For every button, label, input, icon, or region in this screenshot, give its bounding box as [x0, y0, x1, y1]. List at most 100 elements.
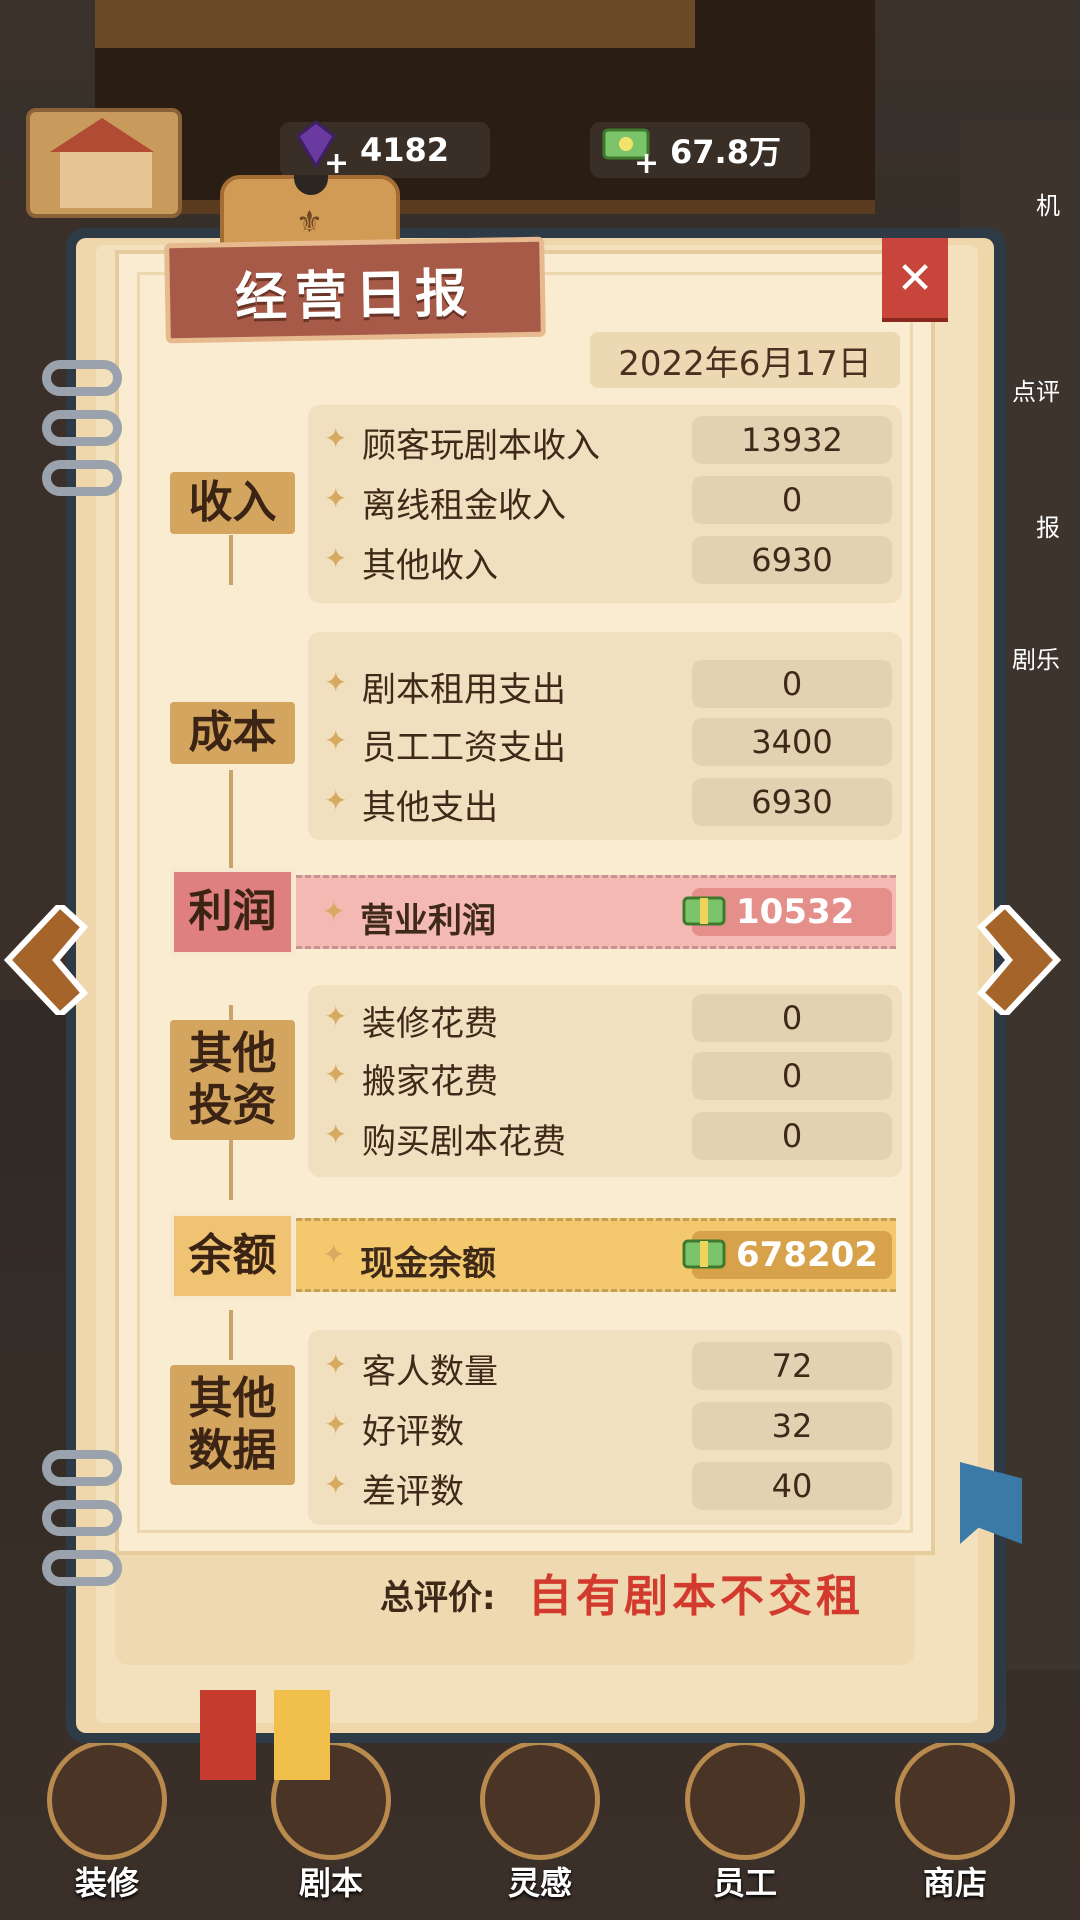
gem-count: 4182	[360, 131, 450, 169]
sparkle-icon: ✦	[322, 1238, 346, 1271]
row-label: 顾客玩剧本收入	[362, 426, 600, 466]
timeline-connector	[229, 535, 233, 585]
nav-scripts[interactable]: 剧本	[246, 1720, 416, 1920]
income-category: 收入	[170, 472, 295, 534]
profit-category: 利润	[170, 868, 295, 956]
sparkle-icon: ✦	[324, 1408, 348, 1441]
other-data-row: ✦ 好评数 32	[320, 1402, 900, 1452]
row-value: 40	[692, 1462, 892, 1510]
report-title: 经营日报	[164, 236, 546, 344]
red-bookmark	[200, 1690, 256, 1780]
summary-verdict: 自有剧本不交租	[528, 1571, 864, 1622]
row-label: 搬家花费	[362, 1062, 498, 1102]
investment-row: ✦ 装修花费 0	[320, 994, 900, 1044]
sparkle-icon: ✦	[322, 895, 346, 928]
balance-row: ✦ 现金余额 678202	[296, 1218, 904, 1298]
row-value: 0	[692, 1112, 892, 1160]
cost-row: ✦ 其他支出 6930	[320, 778, 900, 828]
nav-staff[interactable]: 员工	[660, 1720, 830, 1920]
side-label-phone: 机	[1036, 192, 1060, 220]
cash-counter[interactable]: + 67.8万	[590, 122, 810, 181]
house-body-icon	[60, 152, 152, 208]
close-button[interactable]: ✕	[882, 238, 948, 318]
sparkle-icon: ✦	[324, 482, 348, 515]
summary-label: 总评价:	[380, 1578, 496, 1618]
sparkle-icon: ✦	[324, 1058, 348, 1091]
fleur-icon: ⚜	[296, 205, 323, 240]
profit-value: 10532	[736, 892, 855, 932]
previous-page-arrow-icon[interactable]	[0, 905, 90, 1015]
balance-label: 现金余额	[360, 1244, 496, 1284]
timeline-connector	[229, 770, 233, 850]
cost-row: ✦ 员工工资支出 3400	[320, 718, 900, 768]
cash-count: 67.8万	[670, 133, 781, 171]
row-value: 6930	[692, 536, 892, 584]
nav-scripts-label: 剧本	[298, 1864, 363, 1902]
other-data-row: ✦ 客人数量 72	[320, 1342, 900, 1392]
row-label: 客人数量	[362, 1352, 498, 1392]
nav-decorate-label: 装修	[74, 1864, 139, 1902]
binder-rings-bottom	[42, 1450, 124, 1600]
sparkle-icon: ✦	[324, 1118, 348, 1151]
balance-category: 余额	[170, 1212, 295, 1300]
report-date: 2022年6月17日	[590, 332, 900, 388]
row-label: 其他支出	[362, 788, 498, 828]
row-label: 剧本租用支出	[362, 670, 566, 710]
side-label-review: 点评	[1012, 378, 1060, 406]
investment-category: 其他投资	[170, 1020, 295, 1140]
row-value: 0	[692, 660, 892, 708]
timeline-connector	[229, 1140, 233, 1200]
add-cash-icon[interactable]: +	[634, 146, 659, 181]
side-label-fun: 剧乐	[1012, 646, 1060, 674]
row-label: 员工工资支出	[362, 728, 566, 768]
row-value: 0	[692, 994, 892, 1042]
shelf-top-decor	[95, 0, 695, 48]
side-label-report: 报	[1036, 514, 1060, 542]
decorate-icon	[47, 1740, 167, 1860]
bottom-nav: 装修 剧本 灵感 员工 商店	[0, 1720, 1080, 1920]
profit-row: ✦ 营业利润 10532	[296, 875, 904, 955]
sparkle-icon: ✦	[324, 542, 348, 575]
row-value: 0	[692, 476, 892, 524]
cost-row: ✦ 剧本租用支出 0	[320, 660, 900, 710]
cash-stack-icon	[682, 1239, 726, 1269]
balance-value-box: 678202	[682, 1231, 892, 1279]
row-value: 3400	[692, 718, 892, 766]
shop-icon	[895, 1740, 1015, 1860]
income-row: ✦ 其他收入 6930	[320, 536, 900, 586]
staff-card-icon	[685, 1740, 805, 1860]
nav-staff-label: 员工	[712, 1864, 777, 1902]
sparkle-icon: ✦	[324, 1348, 348, 1381]
investment-row: ✦ 购买剧本花费 0	[320, 1112, 900, 1162]
nav-shop[interactable]: 商店	[870, 1720, 1040, 1920]
lightbulb-icon	[480, 1740, 600, 1860]
binder-rings-top	[42, 360, 124, 510]
next-page-arrow-icon[interactable]	[975, 905, 1065, 1015]
nav-inspiration-label: 灵感	[507, 1864, 572, 1902]
store-thumbnail[interactable]	[26, 108, 182, 218]
side-menu-phone[interactable]: 机	[960, 186, 1060, 221]
sparkle-icon: ✦	[324, 1000, 348, 1033]
sparkle-icon: ✦	[324, 724, 348, 757]
row-value: 0	[692, 1052, 892, 1100]
nav-inspiration[interactable]: 灵感	[455, 1720, 625, 1920]
close-icon: ✕	[896, 252, 934, 304]
row-value: 72	[692, 1342, 892, 1390]
row-label: 离线租金收入	[362, 486, 566, 526]
row-value: 6930	[692, 778, 892, 826]
profit-label: 营业利润	[360, 901, 496, 941]
row-label: 装修花费	[362, 1004, 498, 1044]
other-data-category: 其他数据	[170, 1365, 295, 1485]
profit-value-box: 10532	[682, 888, 892, 936]
income-row: ✦ 顾客玩剧本收入 13932	[320, 416, 900, 466]
sparkle-icon: ✦	[324, 1468, 348, 1501]
income-row: ✦ 离线租金收入 0	[320, 476, 900, 526]
nav-decorate[interactable]: 装修	[22, 1720, 192, 1920]
row-label: 购买剧本花费	[362, 1122, 566, 1162]
gem-counter[interactable]: + 4182	[280, 120, 490, 181]
sparkle-icon: ✦	[324, 422, 348, 455]
row-value: 13932	[692, 416, 892, 464]
other-data-row: ✦ 差评数 40	[320, 1462, 900, 1512]
row-label: 好评数	[362, 1412, 464, 1452]
nav-shop-label: 商店	[922, 1864, 987, 1902]
